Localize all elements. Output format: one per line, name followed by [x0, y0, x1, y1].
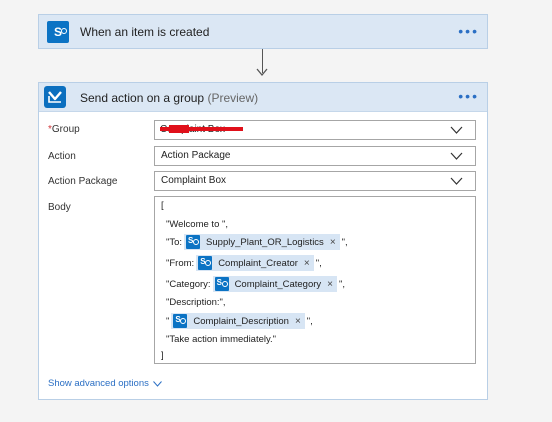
dynamic-content-token[interactable]: Complaint_Description × — [171, 313, 305, 329]
show-advanced-options-link[interactable]: Show advanced options — [48, 378, 162, 389]
action-package-value: Complaint Box — [161, 175, 227, 186]
chevron-down-icon — [450, 152, 463, 160]
category-suffix: ", — [339, 278, 346, 290]
from-prefix: "From: — [166, 257, 195, 269]
preview-label: (Preview) — [207, 91, 259, 105]
group-label: *Group — [48, 124, 80, 135]
action-more-options-button[interactable]: ••• — [458, 88, 479, 104]
dynamic-content-token[interactable]: Complaint_Creator × — [196, 255, 314, 271]
remove-token-icon[interactable]: × — [304, 258, 310, 269]
remove-token-icon[interactable]: × — [330, 237, 336, 248]
sharepoint-icon — [186, 235, 201, 249]
trigger-card[interactable]: S When an item is created ••• — [38, 14, 488, 49]
desc-prefix: " — [166, 315, 170, 327]
action-card-header[interactable]: Send action on a group (Preview) ••• — [39, 83, 487, 112]
redaction-mark — [160, 125, 243, 133]
sharepoint-icon: S — [47, 21, 69, 43]
group-label-text: Group — [51, 124, 80, 135]
kaizala-icon — [44, 86, 66, 108]
chevron-down-icon — [153, 380, 162, 387]
body-take-action-line: "Take action immediately." — [166, 334, 277, 345]
body-label: Body — [48, 202, 71, 213]
token-label: Complaint_Description — [193, 315, 289, 327]
chevron-down-icon — [450, 177, 463, 185]
dynamic-content-token[interactable]: Supply_Plant_OR_Logistics × — [184, 234, 340, 250]
from-suffix: ", — [315, 257, 322, 269]
action-card: Send action on a group (Preview) ••• *Gr… — [38, 82, 488, 400]
remove-token-icon[interactable]: × — [295, 316, 301, 327]
body-category-line: "Category: Complaint_Category × ", — [166, 276, 345, 292]
to-suffix: ", — [341, 236, 348, 248]
category-prefix: "Category: — [166, 278, 211, 290]
token-label: Complaint_Category — [234, 278, 322, 290]
body-description-label-line: "Description:", — [166, 297, 226, 308]
body-from-line: "From: Complaint_Creator × ", — [166, 255, 322, 271]
body-description-line: " Complaint_Description × ", — [166, 313, 313, 329]
action-value: Action Package — [161, 150, 231, 161]
token-label: Supply_Plant_OR_Logistics — [206, 236, 324, 248]
action-title-text: Send action on a group — [80, 91, 205, 105]
advanced-options-label: Show advanced options — [48, 378, 149, 389]
close-bracket: ] — [161, 350, 164, 361]
sharepoint-icon — [198, 256, 213, 270]
action-title: Send action on a group (Preview) — [80, 91, 258, 105]
trigger-more-options-button[interactable]: ••• — [458, 23, 479, 39]
sharepoint-icon — [173, 314, 188, 328]
body-welcome-line: "Welcome to ", — [166, 219, 229, 230]
open-bracket: [ — [161, 200, 164, 211]
dynamic-content-token[interactable]: Complaint_Category × — [212, 276, 338, 292]
desc-suffix: ", — [306, 315, 313, 327]
token-label: Complaint_Creator — [218, 257, 298, 269]
action-package-label: Action Package — [48, 176, 118, 187]
body-editor[interactable]: [ "Welcome to ", "To: Supply_Plant_OR_Lo… — [154, 196, 476, 364]
down-arrow-icon — [256, 68, 268, 77]
trigger-title: When an item is created — [80, 25, 210, 39]
action-label: Action — [48, 151, 76, 162]
body-to-line: "To: Supply_Plant_OR_Logistics × ", — [166, 234, 348, 250]
action-dropdown[interactable]: Action Package — [154, 146, 476, 166]
remove-token-icon[interactable]: × — [327, 279, 333, 290]
group-dropdown[interactable]: Complaint Box — [154, 120, 476, 140]
chevron-down-icon — [450, 126, 463, 134]
to-prefix: "To: — [166, 236, 183, 248]
action-package-dropdown[interactable]: Complaint Box — [154, 171, 476, 191]
sharepoint-icon — [214, 277, 229, 291]
